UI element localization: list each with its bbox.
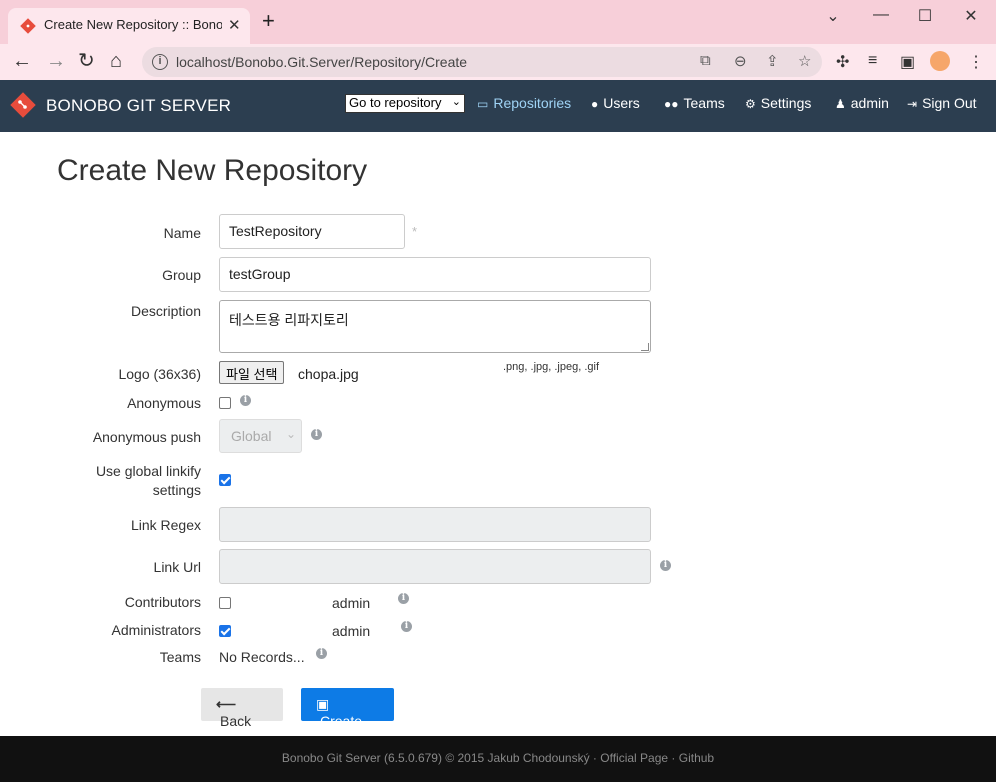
contributors-admin-checkbox[interactable]	[219, 597, 231, 609]
page-title: Create New Repository	[57, 154, 368, 187]
contributors-admin-name: admin	[332, 595, 371, 611]
teams-label: Teams	[159, 649, 201, 665]
footer-text: Bonobo Git Server (6.5.0.679) © 2015 Jak…	[281, 751, 715, 765]
save-icon: ▣	[316, 696, 330, 712]
anonymous-label: Anonymous	[127, 395, 201, 411]
side-panel-icon[interactable]: ▣	[900, 52, 915, 72]
info-icon[interactable]: i	[401, 621, 412, 632]
global-linkify-label-line1: Use global linkify	[95, 463, 201, 479]
browser-tab[interactable]: Create New Repository :: Bonobo Git Serv…	[8, 8, 250, 44]
tab-search-icon[interactable]: ⌄	[818, 6, 848, 26]
minimize-icon[interactable]: —	[866, 6, 896, 24]
media-control-icon[interactable]: ≡	[868, 52, 877, 70]
group-label: Group	[162, 267, 201, 283]
file-name: chopa.jpg	[298, 366, 359, 382]
person-icon: ♟	[835, 97, 846, 111]
administrators-label: Administrators	[111, 622, 201, 638]
link-url-input[interactable]	[219, 549, 651, 584]
go-to-repository-select[interactable]: Go to repository ⌄	[345, 94, 465, 113]
administrators-admin-checkbox[interactable]	[219, 625, 231, 637]
users-icon: ●●	[664, 97, 679, 111]
teams-no-records: No Records...	[219, 649, 305, 665]
app-navbar: BONOBO GIT SERVER Go to repository ⌄ ▭ Re…	[0, 80, 996, 132]
contributors-label: Contributors	[124, 594, 201, 610]
choose-file-button[interactable]: 파일 선택	[219, 361, 285, 384]
footer: Bonobo Git Server (6.5.0.679) © 2015 Jak…	[0, 736, 996, 782]
back-arrow-icon[interactable]: ←	[12, 50, 32, 72]
bookmark-star-icon[interactable]: ☆	[798, 52, 811, 70]
bonobo-favicon-icon	[20, 18, 36, 34]
global-linkify-checkbox[interactable]	[219, 474, 231, 486]
translate-icon[interactable]: ⧉	[700, 52, 711, 69]
zoom-icon[interactable]: ⊖	[734, 52, 747, 70]
resize-handle[interactable]	[641, 343, 649, 351]
logo-format-hint: .png, .jpg, .jpeg, .gif	[503, 361, 600, 373]
name-label: Name	[163, 225, 201, 241]
hdd-icon: ▭	[477, 97, 489, 111]
close-window-icon[interactable]: ✕	[956, 6, 986, 26]
description-label: Description	[130, 303, 201, 319]
reload-icon[interactable]: ↻	[78, 50, 95, 72]
info-icon[interactable]: i	[398, 593, 409, 604]
nav-repositories[interactable]: ▭ Repositories	[477, 95, 571, 111]
home-icon[interactable]: ⌂	[110, 50, 122, 72]
info-icon[interactable]: i	[316, 648, 327, 659]
forward-arrow-icon[interactable]: →	[46, 50, 66, 72]
browser-titlebar: Create New Repository :: Bonobo Git Serv…	[0, 0, 996, 44]
maximize-icon[interactable]: ☐	[910, 6, 940, 26]
new-tab-icon[interactable]: +	[262, 10, 275, 32]
create-button[interactable]: ▣ Create	[301, 688, 394, 729]
address-bar[interactable]: i localhost/Bonobo.Git.Server/Repository…	[142, 47, 822, 77]
tab-close-icon[interactable]: ✕	[228, 16, 241, 34]
extensions-icon[interactable]: ✣	[836, 52, 849, 72]
info-icon[interactable]: i	[311, 429, 322, 440]
chevron-down-icon: ⌄	[285, 427, 296, 441]
back-button[interactable]: ⟵ Back	[201, 688, 283, 729]
required-mark: *	[412, 224, 418, 239]
nav-users[interactable]: ● Users	[591, 95, 640, 111]
arrow-left-icon: ⟵	[216, 696, 237, 712]
administrators-admin-name: admin	[332, 623, 371, 639]
brand-title[interactable]: BONOBO GIT SERVER	[46, 96, 231, 116]
link-regex-input[interactable]	[219, 507, 651, 542]
user-icon: ●	[591, 97, 599, 111]
share-icon[interactable]: ⇪	[766, 52, 779, 70]
anonymous-push-label: Anonymous push	[92, 429, 201, 445]
anonymous-checkbox[interactable]	[219, 397, 231, 409]
link-regex-label: Link Regex	[130, 517, 201, 533]
bonobo-logo-icon[interactable]	[10, 92, 36, 118]
logo-label: Logo (36x36)	[118, 366, 201, 382]
nav-teams[interactable]: ●● Teams	[664, 95, 725, 111]
global-linkify-label-line2: settings	[152, 482, 201, 498]
profile-avatar[interactable]	[930, 51, 950, 71]
gears-icon: ⚙	[745, 97, 756, 111]
url-text: localhost/Bonobo.Git.Server/Repository/C…	[176, 54, 468, 70]
site-info-icon[interactable]: i	[152, 54, 168, 70]
link-url-label: Link Url	[153, 559, 201, 575]
description-textarea[interactable]: 테스트용 리파지토리	[219, 300, 651, 353]
anonymous-push-select[interactable]: Global ⌄	[219, 419, 302, 453]
nav-settings[interactable]: ⚙ Settings	[745, 95, 811, 111]
browser-menu-icon[interactable]: ⋮	[968, 52, 984, 72]
info-icon[interactable]: i	[240, 395, 251, 406]
tab-title: Create New Repository :: Bonobo Git Serv…	[44, 17, 222, 32]
sign-out-icon: ⇥	[907, 97, 918, 111]
group-input[interactable]: testGroup	[219, 257, 651, 292]
name-input[interactable]: TestRepository	[219, 214, 405, 249]
info-icon[interactable]: i	[660, 560, 671, 571]
browser-toolbar: ← → ↻ ⌂ i localhost/Bonobo.Git.Server/Re…	[0, 44, 996, 80]
nav-admin[interactable]: ♟ admin	[835, 95, 889, 111]
chevron-down-icon: ⌄	[451, 96, 461, 108]
nav-sign-out[interactable]: ⇥ Sign Out	[907, 95, 977, 111]
